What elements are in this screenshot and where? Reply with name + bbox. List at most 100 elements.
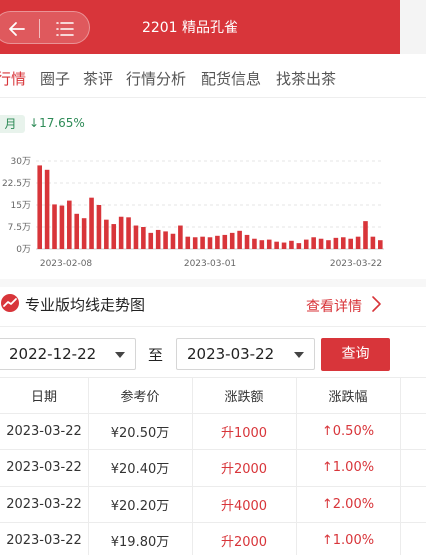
cell-date: 2023-03-22 [6,533,82,549]
bar[interactable] [281,242,287,249]
cell-change-pct: ↑2.00% [321,496,375,512]
cell-date: 2023-03-22 [6,423,82,439]
bar[interactable] [378,240,383,249]
bar[interactable] [289,240,294,249]
y-tick-label: 15万 [11,201,31,211]
cell-price: ¥20.50万 [110,425,170,441]
x-tick-label: 2023-03-01 [184,259,236,269]
bar[interactable] [81,218,87,249]
caret-down-icon [115,352,125,358]
back-button[interactable] [0,12,39,45]
table-row: 2023-03-22 ¥19.80万 升2000 ↑1.00% [0,523,426,555]
bar[interactable] [318,238,324,249]
cell-date: 2023-03-22 [6,460,82,476]
bar[interactable] [178,225,183,249]
caret-down-icon [294,352,304,358]
cell-date: 2023-03-22 [6,496,82,512]
bar[interactable] [155,229,161,249]
tab-market-analysis[interactable]: 行情分析 [126,68,186,89]
bar[interactable] [192,237,198,249]
cell-change: 升2000 [220,535,268,551]
page-title: 2201 精品孔雀 [141,20,239,36]
header-change-pct: 涨跌幅 [328,389,368,405]
tab-distribution-info[interactable]: 配货信息 [201,68,261,89]
bar[interactable] [326,240,331,249]
tab-bar: 行情 圈子 茶评 行情分析 配货信息 找茶出茶 [0,60,426,98]
bar[interactable] [207,237,213,249]
price-bar-chart: 30万 22.5万 15万 7.5万 0万 2023-02-08 2023-03-01 202… [2,157,384,269]
bar[interactable] [118,216,124,249]
bar[interactable] [111,224,117,249]
bar[interactable] [370,236,376,249]
change-percent: ↓17.65% [29,116,85,130]
start-date-value: 2022-12-22 [9,345,97,363]
bar[interactable] [237,230,242,249]
bar[interactable] [67,200,72,249]
y-tick-label: 22.5万 [2,179,31,189]
tab-circle[interactable]: 圈子 [40,68,70,89]
bar[interactable] [266,239,272,249]
tab-find-tea[interactable]: 找茶出茶 [276,68,336,89]
cell-change-pct: ↑1.00% [321,460,375,476]
table-row: 2023-03-22 ¥20.20万 升4000 ↑2.00% [0,486,426,523]
cell-change: 升2000 [220,462,268,478]
trend-divider [0,326,426,327]
bar[interactable] [303,239,309,249]
start-date-select[interactable]: 2022-12-22 [0,338,136,370]
cell-price: ¥19.80万 [110,535,170,551]
table-header-row: 日期 参考价 涨跌额 涨跌幅 [0,377,426,414]
bar[interactable] [274,241,279,249]
bar[interactable] [126,217,131,249]
bar[interactable] [133,225,139,249]
x-tick-label: 2023-03-22 [330,259,382,269]
menu-list-icon [56,21,74,36]
cell-change-pct: ↑1.00% [321,533,375,549]
bar[interactable] [170,233,176,249]
tab-tea-review[interactable]: 茶评 [83,68,113,89]
bar[interactable] [215,235,220,249]
bar[interactable] [229,232,235,249]
bar[interactable] [74,213,80,249]
bar[interactable] [244,234,250,249]
table-row: 2023-03-22 ¥20.40万 升2000 ↑1.00% [0,450,426,487]
bar[interactable] [89,197,94,249]
chevron-right-icon[interactable] [370,295,382,313]
y-tick-label: 7.5万 [8,223,31,233]
bar[interactable] [296,243,302,249]
y-tick-label: 0万 [16,245,31,255]
line-chart-icon [1,294,19,312]
view-details-link[interactable]: 查看详情 [306,296,362,316]
x-tick-label: 2023-02-08 [40,259,93,269]
bar[interactable] [340,237,346,249]
query-button[interactable]: 查询 [321,338,390,371]
bar[interactable] [348,238,353,249]
bar[interactable] [252,238,257,249]
bar[interactable] [148,232,154,249]
bar[interactable] [52,204,57,249]
header-price: 参考价 [120,389,160,405]
bar[interactable] [59,205,65,249]
header-change: 涨跌额 [224,389,264,405]
header-date: 日期 [30,389,57,405]
bar[interactable] [355,236,361,249]
bar[interactable] [96,205,102,249]
menu-button[interactable] [40,12,90,45]
period-chip[interactable]: 月 [0,115,25,133]
bar[interactable] [363,221,368,249]
down-arrow: ↓ [29,116,40,130]
bar[interactable] [311,237,316,249]
bar[interactable] [200,236,205,249]
bar[interactable] [104,219,109,249]
header-side-area [400,0,426,54]
bar[interactable] [141,227,146,249]
cell-change: 升1000 [220,425,268,441]
bar[interactable] [333,237,339,249]
bar[interactable] [185,236,191,249]
bar[interactable] [222,234,228,249]
bar[interactable] [37,165,42,249]
bar[interactable] [163,231,168,249]
end-date-select[interactable]: 2023-03-22 [176,338,315,370]
tab-market[interactable]: 行情 [0,68,26,89]
bar[interactable] [259,240,265,249]
bar[interactable] [44,169,50,249]
